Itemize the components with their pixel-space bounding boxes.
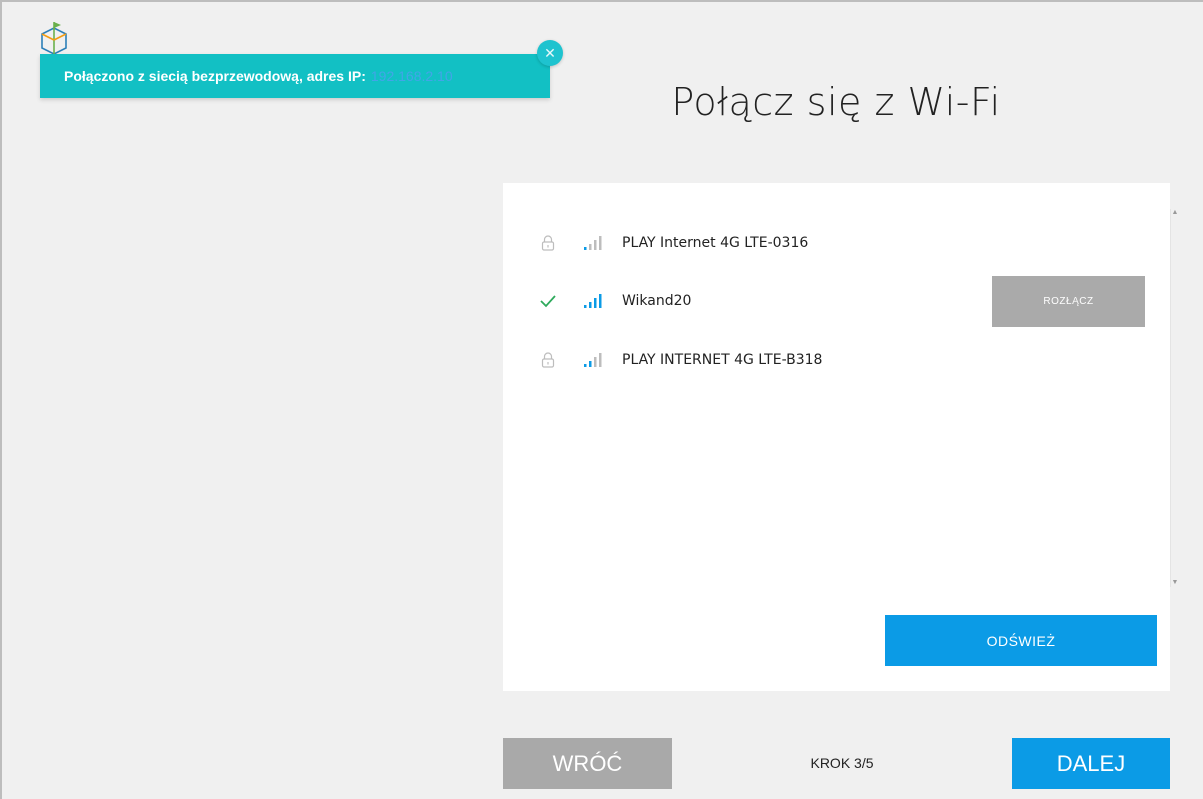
network-list-scrollbar[interactable]: ▲ ▼ [1170, 209, 1178, 587]
signal-icon [583, 235, 603, 251]
toast-message: Połączono z siecią bezprzewodową, adres … [64, 68, 366, 84]
toast-ip-address: 192.168.2.10 [370, 68, 453, 84]
lock-icon [539, 233, 557, 253]
back-button[interactable]: WRÓĆ [503, 738, 672, 789]
disconnect-button[interactable]: ROZŁĄCZ [992, 276, 1145, 327]
chevron-up-icon[interactable]: ▲ [1171, 209, 1179, 217]
network-name: PLAY INTERNET 4G LTE-B318 [622, 352, 823, 368]
app-logo [41, 22, 67, 55]
check-icon [539, 291, 557, 311]
wifi-network-panel: PLAY Internet 4G LTE-0316 Wikand20 ROZŁĄ… [503, 183, 1178, 691]
network-name: Wikand20 [622, 293, 692, 309]
connection-toast: Połączono z siecią bezprzewodową, adres … [40, 54, 550, 98]
refresh-button[interactable]: ODŚWIEŻ [885, 615, 1157, 666]
step-indicator: KROK 3/5 [810, 755, 874, 771]
next-button[interactable]: DALEJ [1012, 738, 1170, 789]
page-title: Połącz się z Wi-Fi [671, 80, 1001, 124]
close-icon[interactable]: ✕ [537, 40, 563, 66]
signal-icon [583, 293, 603, 309]
lock-icon [539, 350, 557, 370]
chevron-down-icon[interactable]: ▼ [1171, 579, 1179, 587]
network-item[interactable]: PLAY INTERNET 4G LTE-B318 [503, 338, 1143, 382]
signal-icon [583, 352, 603, 368]
network-name: PLAY Internet 4G LTE-0316 [622, 235, 809, 251]
network-item[interactable]: PLAY Internet 4G LTE-0316 [503, 221, 1143, 265]
